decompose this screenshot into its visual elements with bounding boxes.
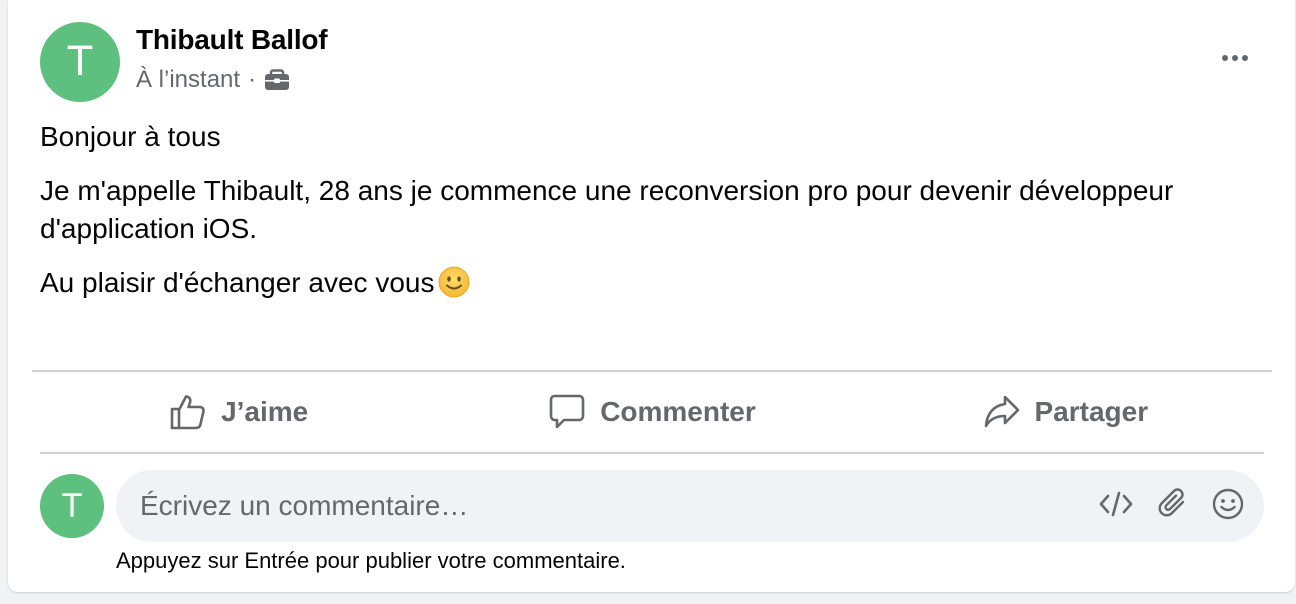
- like-button[interactable]: J’aime: [32, 372, 445, 452]
- like-label: J’aime: [221, 396, 309, 427]
- smiling-face-icon: [438, 266, 470, 298]
- post-meta: À l’instant ·: [136, 66, 290, 94]
- thumbs-up-icon: [169, 393, 207, 431]
- comment-label: Commenter: [600, 396, 756, 427]
- share-button[interactable]: Partager: [859, 372, 1272, 452]
- code-icon[interactable]: [1098, 489, 1134, 524]
- comment-button[interactable]: Commenter: [445, 372, 858, 452]
- post-body: Bonjour à tous Je m'appelle Thibault, 28…: [40, 118, 1240, 318]
- dot-icon: [1242, 55, 1248, 61]
- post-actions: J’aime Commenter Partager: [32, 372, 1272, 452]
- author-avatar-initial: T: [67, 39, 93, 85]
- comment-bubble-icon: [548, 393, 586, 431]
- comment-input[interactable]: [140, 490, 1098, 522]
- post-paragraph-3: Au plaisir d'échanger avec vous: [40, 264, 1240, 302]
- post-timestamp[interactable]: À l’instant: [136, 66, 240, 94]
- commenter-avatar[interactable]: T: [40, 474, 104, 538]
- post-paragraph-2: Je m'appelle Thibault, 28 ans je commenc…: [40, 175, 1174, 244]
- dot-icon: [1232, 55, 1238, 61]
- post-paragraph-3-text: Au plaisir d'échanger avec vous: [40, 267, 435, 298]
- meta-separator: ·: [248, 66, 257, 93]
- post-paragraph-1: Bonjour à tous: [40, 121, 221, 152]
- share-label: Partager: [1034, 396, 1149, 427]
- author-avatar[interactable]: T: [40, 22, 120, 102]
- share-arrow-icon: [983, 393, 1021, 431]
- comment-composer: [116, 470, 1264, 542]
- comment-tools: [1098, 487, 1244, 526]
- divider: [40, 452, 1264, 454]
- more-options-button[interactable]: [1215, 40, 1255, 76]
- author-name[interactable]: Thibault Ballof: [136, 24, 328, 56]
- emoji-icon[interactable]: [1212, 488, 1244, 525]
- commenter-avatar-initial: T: [62, 487, 82, 525]
- comment-hint: Appuyez sur Entrée pour publier votre co…: [116, 548, 626, 573]
- dot-icon: [1222, 55, 1228, 61]
- post-card: T Thibault Ballof À l’instant · Bonjour …: [8, 0, 1295, 592]
- briefcase-icon[interactable]: [264, 69, 290, 91]
- paperclip-icon[interactable]: [1156, 487, 1190, 526]
